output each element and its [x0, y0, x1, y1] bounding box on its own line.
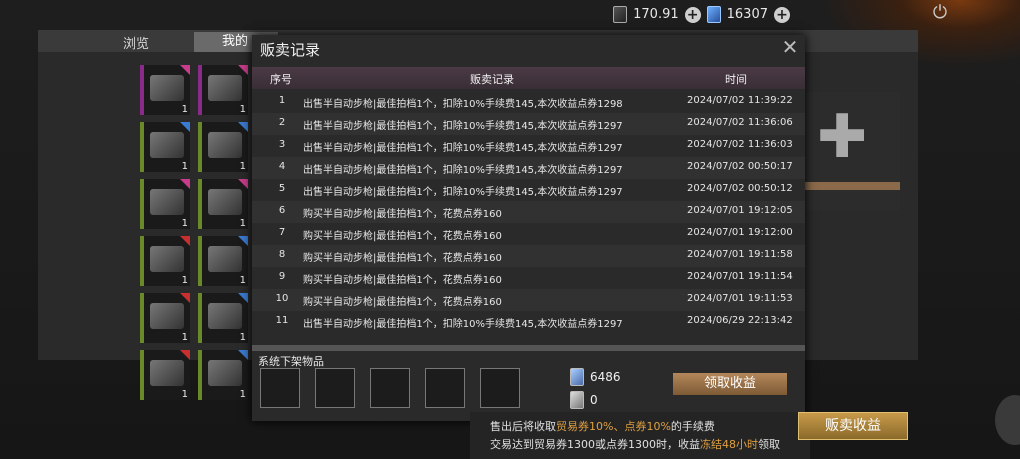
delisted-slot[interactable] — [370, 368, 410, 408]
table-row: 6 购买半自动步枪|最佳拍档1个，花费点券160 2024/07/01 19:12:… — [252, 201, 805, 223]
table-row: 4 出售半自动步枪|最佳拍档1个，扣除10%手续费145,本次收益点券1297 20… — [252, 157, 805, 179]
add-slot-card[interactable]: ✚ — [805, 92, 900, 210]
rifle-icon — [208, 303, 242, 329]
table-row: 11 出售半自动步枪|最佳拍档1个，扣除10%手续费145,本次收益点券1297 2… — [275, 315, 793, 330]
table-row: 3 出售半自动步枪|最佳拍档1个，扣除10%手续费145,本次收益点券1297 20… — [278, 139, 793, 154]
income-trade-value: 0 — [590, 393, 598, 407]
rifle-icon — [150, 303, 184, 329]
rifle-icon — [208, 360, 242, 386]
inventory-slot[interactable]: 1 — [198, 293, 248, 343]
inventory-slot[interactable]: 1 — [140, 122, 190, 172]
inventory-slot[interactable]: 1 — [140, 293, 190, 343]
delisted-slot[interactable] — [425, 368, 465, 408]
inventory-grid: 1 1 1 1 1 1 1 1 1 1 1 1 — [140, 65, 254, 425]
table-row: 10 购买半自动步枪|最佳拍档1个，花费点券160 2024/07/01 19:11… — [252, 289, 805, 311]
header-record: 贩卖记录 — [470, 73, 514, 86]
coupon-icon — [570, 368, 584, 386]
canister-icon — [150, 246, 184, 272]
inventory-slot[interactable]: 1 — [198, 350, 248, 400]
character-icon — [150, 75, 184, 101]
dialog-title: 贩卖记录 — [260, 41, 321, 59]
records-list[interactable]: 1 出售半自动步枪|最佳拍档1个，扣除10%手续费145,本次收益点券1298 20… — [252, 91, 805, 343]
gun-icon — [208, 246, 242, 272]
inventory-slot[interactable]: 1 — [198, 236, 248, 286]
inventory-slot[interactable]: 1 — [140, 179, 190, 229]
header-index: 序号 — [270, 73, 292, 86]
income-coupon: 6486 — [570, 368, 621, 386]
rifle-icon — [208, 132, 242, 158]
fire-icon — [150, 189, 184, 215]
rifle-icon — [150, 360, 184, 386]
currency-bar: 170.91 + 16307 + — [613, 6, 790, 23]
table-row: 1 出售半自动步枪|最佳拍档1个，扣除10%手续费145,本次收益点券1298 20… — [278, 95, 793, 110]
trade-ticket-icon — [570, 391, 584, 409]
claim-income-button[interactable]: 领取收益 — [673, 373, 787, 395]
tab-browse[interactable]: 浏览 — [123, 33, 149, 52]
table-row: 5 出售半自动步枪|最佳拍档1个，扣除10%手续费145,本次收益点券1297 20… — [278, 183, 793, 198]
currency2-value: 16307 — [726, 7, 768, 22]
rifle-icon — [150, 132, 184, 158]
table-row: 8 购买半自动步枪|最佳拍档1个，花费点券160 2024/07/01 19:11:… — [252, 245, 805, 267]
delisted-slot[interactable] — [315, 368, 355, 408]
add-currency1-button[interactable]: + — [684, 6, 701, 23]
close-icon[interactable]: ✕ — [779, 36, 801, 58]
vest-icon — [208, 189, 242, 215]
header-time: 时间 — [725, 73, 747, 86]
income-coupon-value: 6486 — [590, 370, 621, 384]
sales-record-dialog: 贩卖记录 ✕ 序号 贩卖记录 时间 1 出售半自动步枪|最佳拍档1个，扣除10%手… — [252, 35, 805, 421]
fee-notice: 售出后将收取贸易券10%、点券10%的手续费 交易达到贸易券1300或点券130… — [470, 412, 810, 459]
delisted-slot[interactable] — [260, 368, 300, 408]
income-trade: 0 — [570, 391, 598, 409]
currency1-value: 170.91 — [633, 7, 679, 22]
table-row: 7 购买半自动步枪|最佳拍档1个，花费点券160 2024/07/01 19:12:… — [278, 227, 793, 242]
system-delisted-label: 系统下架物品 — [258, 355, 324, 368]
sell-income-button[interactable]: 贩卖收益 — [798, 412, 908, 440]
horizontal-scrollbar[interactable] — [252, 345, 805, 351]
inventory-slot[interactable]: 1 — [140, 236, 190, 286]
character-icon — [208, 75, 242, 101]
power-icon[interactable]: ⏻ — [930, 2, 950, 23]
inventory-slot[interactable]: 1 — [198, 179, 248, 229]
inventory-slot[interactable]: 1 — [198, 122, 248, 172]
inventory-slot[interactable]: 1 — [140, 350, 190, 400]
add-currency2-button[interactable]: + — [774, 6, 790, 23]
coupon-icon — [706, 6, 721, 23]
inventory-slot[interactable]: 1 — [198, 65, 248, 115]
trade-ticket-icon — [613, 6, 628, 23]
plus-icon: ✚ — [817, 102, 868, 172]
delisted-slot[interactable] — [480, 368, 520, 408]
table-row: 9 购买半自动步枪|最佳拍档1个，花费点券160 2024/07/01 19:11:… — [278, 271, 793, 286]
inventory-slot[interactable]: 1 — [140, 65, 190, 115]
table-row: 2 出售半自动步枪|最佳拍档1个，扣除10%手续费145,本次收益点券1297 20… — [252, 113, 805, 135]
table-header: 序号 贩卖记录 时间 — [252, 67, 805, 89]
